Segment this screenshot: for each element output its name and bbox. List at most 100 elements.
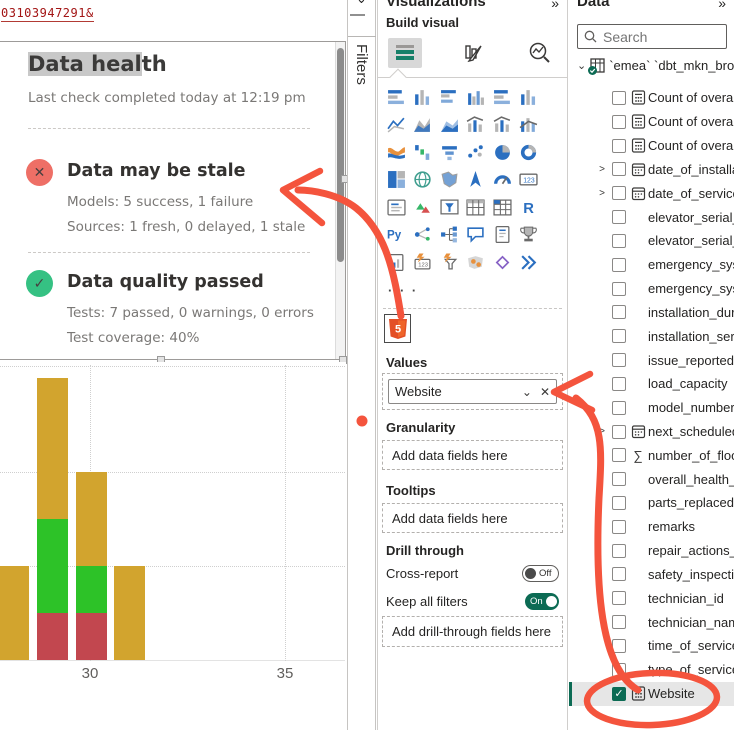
search-box[interactable] <box>577 24 727 49</box>
field-row[interactable]: type_of_service <box>569 658 734 682</box>
field-checkbox[interactable] <box>612 305 626 319</box>
tab-analytics[interactable] <box>523 38 557 68</box>
slicer-icon[interactable] <box>438 196 460 218</box>
field-row[interactable]: parts_replaced <box>569 491 734 515</box>
quick-measure-icon[interactable]: 123 <box>412 251 434 273</box>
chevron-right-icon[interactable]: > <box>596 188 608 199</box>
table-tree-root[interactable]: ⌄ `emea` `dbt_mkn_bron... <box>577 54 734 76</box>
q-and-a-icon[interactable] <box>465 224 487 246</box>
field-checkbox[interactable] <box>612 91 626 105</box>
field-checkbox[interactable] <box>612 425 626 439</box>
bar-segment-gold[interactable] <box>114 566 145 660</box>
field-row[interactable]: Count of overal... <box>569 134 734 158</box>
treemap2-icon[interactable] <box>385 169 407 191</box>
bar-segment-gold[interactable] <box>0 566 29 660</box>
r-script-visual-icon[interactable]: R <box>518 196 540 218</box>
keep-all-filters-toggle[interactable]: On <box>525 593 559 610</box>
gauge-icon[interactable] <box>491 169 513 191</box>
100-stacked-column-chart-icon[interactable] <box>518 86 540 108</box>
chevron-down-icon[interactable]: ⌄ <box>577 59 586 72</box>
key-influencers-icon[interactable] <box>412 224 434 246</box>
field-checkbox[interactable] <box>612 210 626 224</box>
filters-pane-label[interactable]: Filters <box>353 44 370 85</box>
field-row[interactable]: overall_health_c... <box>569 467 734 491</box>
field-checkbox[interactable] <box>612 615 626 629</box>
field-row[interactable]: elevator_serial_... <box>569 229 734 253</box>
field-row[interactable]: installation_serv... <box>569 324 734 348</box>
field-checkbox[interactable] <box>612 639 626 653</box>
collapse-pane-icon[interactable]: » <box>718 0 726 11</box>
remove-field-icon[interactable]: ✕ <box>540 385 550 399</box>
field-checkbox[interactable] <box>612 282 626 296</box>
tab-format-visual[interactable] <box>456 38 490 68</box>
field-row[interactable]: model_number <box>569 396 734 420</box>
field-row[interactable]: >date_of_installa... <box>569 157 734 181</box>
field-row[interactable]: >date_of_service <box>569 181 734 205</box>
field-row[interactable]: time_of_service <box>569 634 734 658</box>
field-checkbox[interactable] <box>612 377 626 391</box>
tab-build-visual[interactable] <box>388 38 422 68</box>
values-field-well[interactable]: Website ⌄ ✕ <box>382 373 563 410</box>
smart-narrative-icon[interactable] <box>491 224 513 246</box>
field-row[interactable]: elevator_serial_... <box>569 205 734 229</box>
map-icon[interactable] <box>412 169 434 191</box>
field-checkbox[interactable] <box>612 234 626 248</box>
field-row[interactable]: ∑number_of_floo... <box>569 443 734 467</box>
funnel-chart-icon[interactable] <box>412 141 434 163</box>
visual-scrollbar-thumb[interactable] <box>337 48 344 262</box>
clustered-column-chart-icon[interactable] <box>465 86 487 108</box>
field-row[interactable]: issue_reported <box>569 348 734 372</box>
field-checkbox[interactable] <box>612 663 626 677</box>
clustered-bar-chart-icon[interactable] <box>438 86 460 108</box>
field-row[interactable]: remarks <box>569 515 734 539</box>
more-visuals-button[interactable]: · · · <box>388 283 418 298</box>
bar-segment-gold[interactable] <box>37 378 68 519</box>
granularity-field-well[interactable]: Add data fields here <box>382 440 563 470</box>
donut-chart-icon[interactable] <box>491 141 513 163</box>
chevron-down-icon[interactable]: ⌄ <box>522 385 532 399</box>
stacked-bar-chart-icon[interactable] <box>385 86 407 108</box>
tooltips-field-well[interactable]: Add data fields here <box>382 503 563 533</box>
field-checkbox[interactable] <box>612 520 626 534</box>
field-row[interactable]: safety_inspectio... <box>569 563 734 587</box>
field-checkbox[interactable] <box>612 186 626 200</box>
histogram-visual[interactable]: 3035 <box>0 362 346 730</box>
power-apps-icon[interactable] <box>491 251 513 273</box>
field-checkbox[interactable] <box>612 448 626 462</box>
stacked-column-chart-icon[interactable] <box>412 86 434 108</box>
field-row[interactable]: repair_actions_t... <box>569 539 734 563</box>
field-checkbox[interactable]: ✓ <box>612 687 626 701</box>
filters-pane-collapsed[interactable]: ⌄ — Filters <box>347 0 376 730</box>
bar-segment-green[interactable] <box>76 566 107 613</box>
paginated-report-icon[interactable] <box>385 251 407 273</box>
html5-custom-visual-button[interactable]: 5 <box>384 314 411 343</box>
field-checkbox[interactable] <box>612 115 626 129</box>
field-checkbox[interactable] <box>612 329 626 343</box>
field-checkbox[interactable] <box>612 401 626 415</box>
field-checkbox[interactable] <box>612 472 626 486</box>
treemap-icon[interactable] <box>518 141 540 163</box>
drill-through-field-well[interactable]: Add drill-through fields here <box>382 616 563 647</box>
collapse-pane-icon[interactable]: » <box>551 0 559 11</box>
field-row[interactable]: technician_id <box>569 586 734 610</box>
area-chart-icon[interactable] <box>412 114 434 136</box>
power-automate-icon[interactable] <box>518 251 540 273</box>
field-checkbox[interactable] <box>612 162 626 176</box>
bar-segment-red[interactable] <box>76 613 107 660</box>
field-row[interactable]: ✓Website <box>569 682 734 706</box>
search-input[interactable] <box>603 29 713 45</box>
field-row[interactable]: installation_dur... <box>569 300 734 324</box>
filled-map-icon[interactable] <box>438 169 460 191</box>
field-row[interactable]: >next_scheduled... <box>569 420 734 444</box>
pie-chart-icon[interactable] <box>465 141 487 163</box>
cross-report-toggle[interactable]: Off <box>522 565 559 582</box>
ribbon-chart-icon[interactable] <box>518 114 540 136</box>
field-checkbox[interactable] <box>612 353 626 367</box>
python-visual-icon[interactable]: Py <box>385 224 407 246</box>
quick-filter-icon[interactable] <box>438 251 460 273</box>
field-row[interactable]: emergency_syst... <box>569 253 734 277</box>
filters-pane-controls[interactable]: ⌄ — <box>348 0 376 37</box>
field-checkbox[interactable] <box>612 567 626 581</box>
decomposition-tree-icon[interactable] <box>438 224 460 246</box>
values-field-pill[interactable]: Website <box>395 384 514 399</box>
